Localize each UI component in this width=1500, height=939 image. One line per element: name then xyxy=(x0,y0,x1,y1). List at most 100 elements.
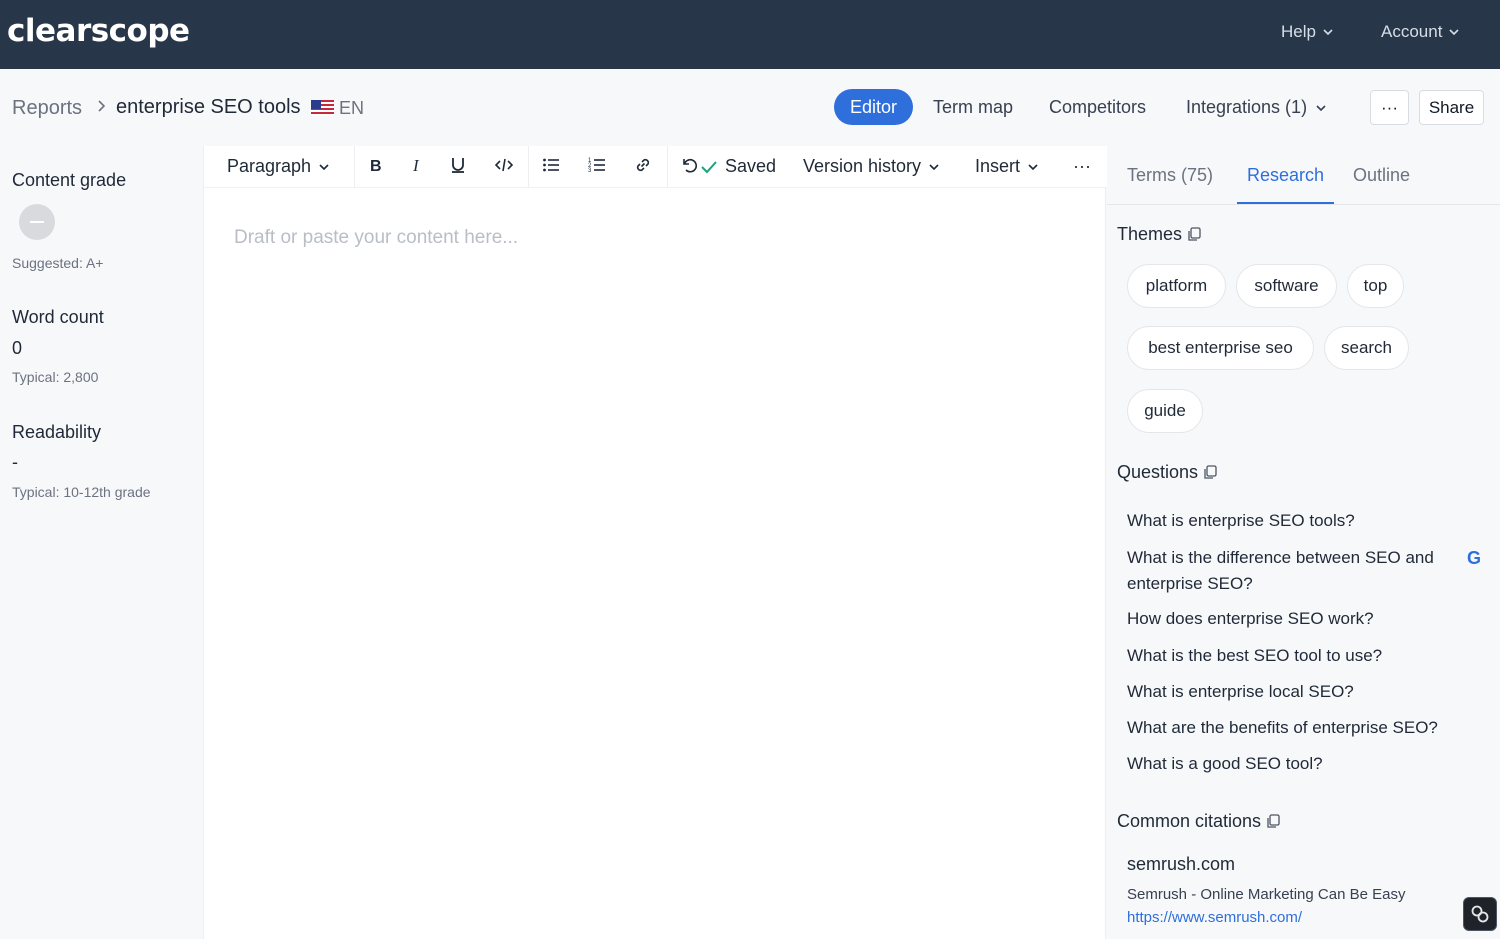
bullet-list-button[interactable] xyxy=(542,156,560,174)
more-options-button[interactable]: ··· xyxy=(1370,90,1409,125)
themes-title: Themes xyxy=(1117,224,1183,244)
code-icon xyxy=(495,158,513,172)
help-label: Help xyxy=(1281,22,1316,41)
chevron-down-icon xyxy=(319,163,329,170)
svg-text:B: B xyxy=(370,158,382,174)
word-count-value: 0 xyxy=(12,338,23,358)
account-menu[interactable]: Account xyxy=(1381,22,1460,42)
toolbar-more-button[interactable]: ··· xyxy=(1073,156,1091,177)
question-item[interactable]: What are the benefits of enterprise SEO? xyxy=(1127,715,1472,741)
numbered-list-button[interactable]: 123 xyxy=(588,156,606,174)
theme-chip[interactable]: software xyxy=(1236,264,1337,308)
citation-title: Semrush - Online Marketing Can Be Easy xyxy=(1127,886,1406,903)
bullet-list-icon xyxy=(543,158,559,172)
content-grade-label: Content grade xyxy=(12,170,127,190)
citations-heading: Common citations xyxy=(1117,811,1280,832)
theme-chip[interactable]: guide xyxy=(1127,389,1203,433)
content-grade-badge xyxy=(19,204,55,240)
questions-heading: Questions xyxy=(1117,462,1217,483)
copy-icon[interactable] xyxy=(1187,227,1201,242)
version-history-menu[interactable]: Version history xyxy=(803,156,940,177)
chevron-down-icon xyxy=(1316,104,1326,111)
tab-competitors[interactable]: Competitors xyxy=(1049,97,1146,118)
chevron-down-icon xyxy=(929,163,939,170)
theme-chip[interactable]: top xyxy=(1347,264,1404,308)
integrations-label: Integrations (1) xyxy=(1186,97,1308,117)
saved-label: Saved xyxy=(725,156,777,176)
question-item[interactable]: What is enterprise SEO tools? xyxy=(1127,508,1472,534)
editor-toolbar: Paragraph B I 123 Saved Version history … xyxy=(204,146,1107,188)
questions-title: Questions xyxy=(1117,462,1199,482)
top-bar: clearscope Help Account xyxy=(0,0,1500,69)
language-code: EN xyxy=(339,98,365,118)
version-history-label: Version history xyxy=(803,156,922,176)
question-item[interactable]: What is the best SEO tool to use? xyxy=(1127,643,1472,669)
active-tab-indicator xyxy=(1237,202,1334,204)
chevron-down-icon xyxy=(1028,163,1038,170)
svg-text:3: 3 xyxy=(588,168,592,174)
editor-placeholder[interactable]: Draft or paste your content here... xyxy=(234,227,518,249)
integrations-menu[interactable]: Integrations (1) xyxy=(1186,97,1327,118)
report-title: enterprise SEO tools xyxy=(116,96,301,118)
undo-button[interactable] xyxy=(680,156,698,174)
bold-icon: B xyxy=(370,158,382,174)
paragraph-style-label: Paragraph xyxy=(227,156,312,176)
us-flag-icon xyxy=(311,100,334,116)
chevron-down-icon xyxy=(1449,29,1460,36)
readability-label: Readability xyxy=(12,422,102,442)
theme-chip[interactable]: platform xyxy=(1127,264,1226,308)
editor-pane: Paragraph B I 123 Saved Version history … xyxy=(203,146,1107,939)
account-label: Account xyxy=(1381,22,1443,41)
content-grade-suggested: Suggested: A+ xyxy=(12,255,104,271)
theme-chip[interactable]: best enterprise seo xyxy=(1127,326,1314,370)
theme-chip[interactable]: search xyxy=(1324,326,1409,370)
question-item[interactable]: What is a good SEO tool? xyxy=(1127,751,1472,777)
question-item[interactable]: What is enterprise local SEO? xyxy=(1127,679,1472,705)
breadcrumb-reports[interactable]: Reports xyxy=(12,97,82,120)
link-button[interactable] xyxy=(634,156,652,174)
svg-text:I: I xyxy=(412,156,420,174)
bold-button[interactable]: B xyxy=(367,156,385,174)
research-panel: Terms (75) Research Outline Themes platf… xyxy=(1107,146,1500,939)
code-button[interactable] xyxy=(495,156,513,174)
check-icon xyxy=(701,160,717,173)
chevron-down-icon xyxy=(1323,29,1333,36)
paragraph-style-select[interactable]: Paragraph xyxy=(227,156,330,177)
floating-widget-button[interactable] xyxy=(1463,897,1497,931)
underline-icon xyxy=(452,158,464,173)
citations-title: Common citations xyxy=(1117,811,1262,831)
insert-label: Insert xyxy=(975,156,1021,176)
tab-research[interactable]: Research xyxy=(1247,165,1324,186)
question-item[interactable]: What is the difference between SEO and e… xyxy=(1127,545,1472,597)
citation-domain: semrush.com xyxy=(1127,854,1236,874)
tab-editor[interactable]: Editor xyxy=(834,89,913,125)
insert-menu[interactable]: Insert xyxy=(975,156,1039,177)
readability-value: - xyxy=(12,452,18,472)
word-count-typical: Typical: 2,800 xyxy=(12,369,99,385)
citation-link[interactable]: https://www.semrush.com/ xyxy=(1127,909,1302,926)
share-button[interactable]: Share xyxy=(1419,90,1484,125)
link-chain-icon xyxy=(1471,905,1489,923)
chevron-right-icon xyxy=(98,100,106,112)
metrics-sidebar: Content grade Suggested: A+ Word count 0… xyxy=(0,146,203,939)
help-menu[interactable]: Help xyxy=(1281,22,1334,42)
report-header: Reports enterprise SEO tools EN Editor T… xyxy=(0,69,1500,146)
italic-icon: I xyxy=(412,156,420,174)
themes-heading: Themes xyxy=(1117,224,1201,245)
italic-button[interactable]: I xyxy=(408,156,426,174)
tab-outline[interactable]: Outline xyxy=(1353,165,1410,186)
readability-typical: Typical: 10-12th grade xyxy=(12,484,151,500)
copy-icon[interactable] xyxy=(1203,465,1217,480)
google-icon: G xyxy=(1467,548,1482,568)
saved-status: Saved xyxy=(700,156,776,177)
copy-icon[interactable] xyxy=(1266,814,1280,829)
numbered-list-icon: 123 xyxy=(588,158,605,174)
link-icon xyxy=(636,158,650,172)
tab-term-map[interactable]: Term map xyxy=(933,97,1013,118)
tab-terms[interactable]: Terms (75) xyxy=(1127,165,1213,186)
word-count-label: Word count xyxy=(12,307,104,327)
underline-button[interactable] xyxy=(449,156,467,174)
clearscope-logo[interactable]: clearscope xyxy=(7,13,190,49)
undo-icon xyxy=(683,158,698,173)
question-item[interactable]: How does enterprise SEO work? xyxy=(1127,606,1472,632)
